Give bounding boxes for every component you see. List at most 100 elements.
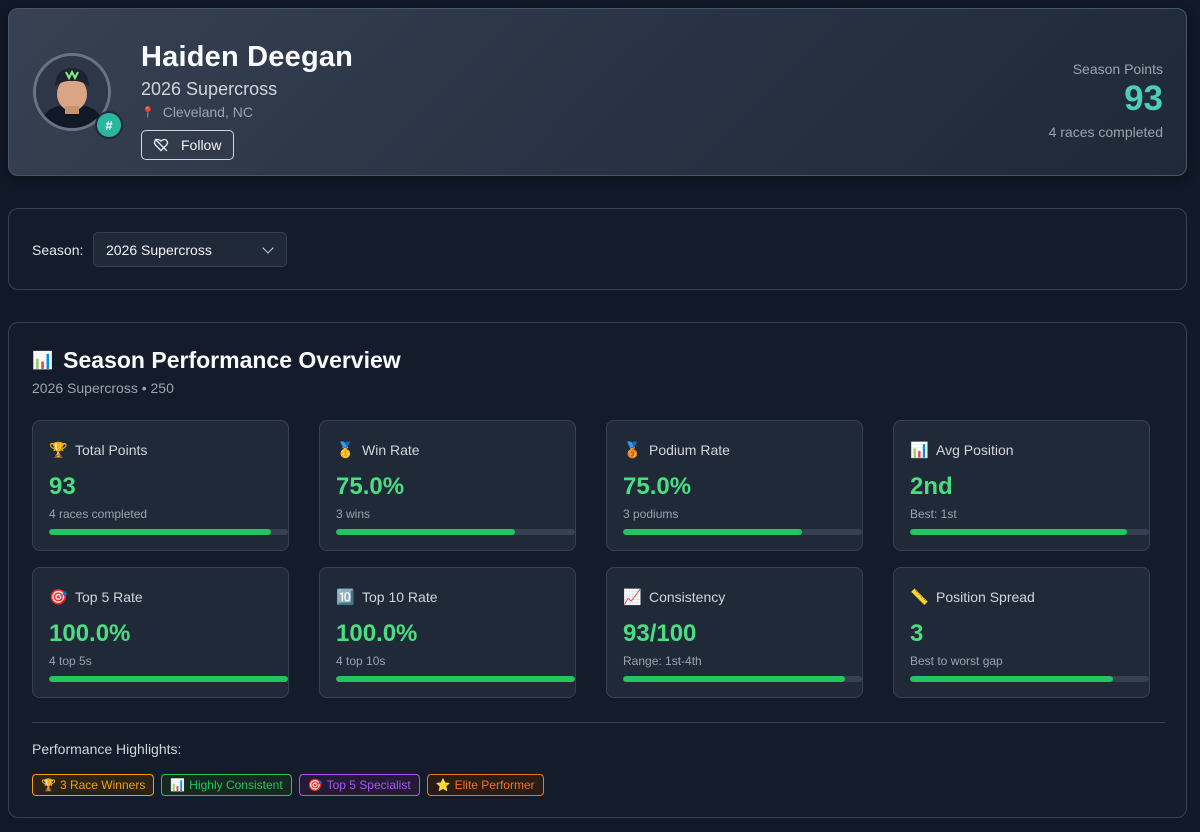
stat-value: 100.0% (336, 620, 418, 647)
highlight-badge: ⭐ Elite Performer (426, 774, 544, 796)
chevron-down-icon (262, 241, 274, 254)
stat-label: Avg Position (936, 442, 1014, 458)
follow-button[interactable]: Follow (141, 130, 234, 160)
rider-header-card: # Haiden Deegan 2026 Supercross 📍 Clevel… (8, 8, 1187, 176)
badge-icon: 🏆 (41, 778, 56, 792)
bar-chart-icon: 📊 (32, 350, 54, 370)
season-overview-card: 📊 Season Performance Overview 2026 Super… (8, 322, 1187, 818)
badge-label: Top 5 Specialist (326, 778, 411, 792)
progress-bar (336, 529, 575, 535)
stat-card: 📈 Consistency 93/100 Range: 1st-4th (606, 567, 863, 698)
stat-value: 93 (49, 473, 76, 500)
stat-label: Win Rate (362, 442, 420, 458)
location-pin-icon: 📍 (141, 106, 155, 119)
stat-subtext: Range: 1st-4th (623, 654, 702, 668)
stat-label: Top 10 Rate (362, 589, 438, 605)
progress-bar (910, 529, 1149, 535)
stat-header: 🥇 Win Rate (336, 441, 420, 459)
progress-bar (49, 529, 288, 535)
stat-card: 🥉 Podium Rate 75.0% 3 podiums (606, 420, 863, 551)
stat-value: 75.0% (623, 473, 692, 500)
rider-location-text: Cleveland, NC (162, 104, 253, 120)
highlight-badge: 🏆 3 Race Winners (32, 774, 155, 796)
stat-subtext: 4 top 10s (336, 654, 386, 668)
stat-card: 🎯 Top 5 Rate 100.0% 4 top 5s (32, 567, 289, 698)
bar-chart-icon: 📊 (910, 442, 929, 459)
stat-subtext: Best to worst gap (910, 654, 1003, 668)
stat-value: 75.0% (336, 473, 405, 500)
badge-icon: ⭐ (435, 778, 451, 792)
overview-subtitle: 2026 Supercross • 250 (32, 380, 174, 396)
stat-value: 3 (910, 620, 924, 647)
progress-bar-fill (910, 676, 1114, 682)
stat-header: 📊 Avg Position (910, 441, 1014, 459)
stat-header: 📏 Position Spread (910, 588, 1035, 606)
badge-icon: 📊 (170, 778, 186, 792)
gold-medal-icon: 🥇 (336, 442, 355, 459)
progress-bar-fill (336, 529, 516, 535)
overview-title-text: Season Performance Overview (63, 347, 401, 373)
stat-label: Total Points (75, 442, 148, 458)
trending-up-icon: 📈 (623, 589, 642, 606)
stat-value: 2nd (910, 473, 953, 500)
progress-bar (49, 676, 288, 682)
target-icon: 🎯 (49, 589, 68, 606)
rider-profile-page: # Haiden Deegan 2026 Supercross 📍 Clevel… (0, 0, 1200, 832)
ruler-icon: 📏 (910, 589, 929, 606)
stat-header: 🥉 Podium Rate (623, 441, 730, 459)
stat-label: Podium Rate (649, 442, 730, 458)
rider-name: Haiden Deegan (141, 41, 354, 73)
rider-number-badge: # (95, 111, 123, 139)
highlight-badges: 🏆 3 Race Winners 📊 Highly Consistent 🎯 Top 5 … (32, 774, 544, 796)
season-points-value: 93 (1124, 79, 1163, 118)
season-selector-card: Season: 2026 Supercross (8, 208, 1187, 290)
highlight-badge: 🎯 Top 5 Specialist (298, 774, 420, 796)
heart-off-icon (153, 138, 169, 152)
trophy-icon: 🏆 (49, 442, 68, 459)
progress-bar (336, 676, 575, 682)
stat-header: 📈 Consistency (623, 588, 725, 606)
stat-card: 🥇 Win Rate 75.0% 3 wins (319, 420, 576, 551)
stat-subtext: 4 races completed (49, 507, 148, 521)
badge-label: 3 Race Winners (59, 778, 146, 792)
season-points-label: Season Points (1072, 61, 1163, 77)
stat-header: 🎯 Top 5 Rate (49, 588, 143, 606)
season-label: Season: (32, 242, 84, 258)
stat-label: Top 5 Rate (75, 589, 143, 605)
badge-label: Elite Performer (454, 778, 535, 792)
stat-header: 🔟 Top 10 Rate (336, 588, 438, 606)
season-races-completed: 4 races completed (1048, 124, 1163, 140)
stat-card: 📊 Avg Position 2nd Best: 1st (893, 420, 1150, 551)
stat-card: 🏆 Total Points 93 4 races completed (32, 420, 289, 551)
season-select[interactable]: 2026 Supercross (93, 232, 287, 267)
rider-location: 📍 Cleveland, NC (141, 104, 253, 120)
progress-bar-fill (623, 529, 803, 535)
rider-avatar-wrapper: # (33, 53, 123, 139)
stat-value: 93/100 (623, 620, 697, 647)
stat-card: 🔟 Top 10 Rate 100.0% 4 top 10s (319, 567, 576, 698)
stat-subtext: 4 top 5s (49, 654, 92, 668)
stat-label: Position Spread (936, 589, 1035, 605)
overview-title: 📊 Season Performance Overview (32, 347, 401, 374)
bronze-medal-icon: 🥉 (623, 442, 642, 459)
stat-label: Consistency (649, 589, 726, 605)
progress-bar (623, 529, 862, 535)
highlight-badge: 📊 Highly Consistent (161, 774, 292, 796)
stat-value: 100.0% (49, 620, 131, 647)
progress-bar-fill (910, 529, 1128, 535)
badge-label: Highly Consistent (189, 778, 283, 792)
season-select-value: 2026 Supercross (106, 241, 212, 258)
stat-subtext: Best: 1st (910, 507, 957, 521)
progress-bar-fill (336, 676, 575, 682)
follow-button-label: Follow (181, 137, 222, 153)
highlights-title: Performance Highlights: (32, 741, 182, 757)
divider (32, 722, 1165, 723)
progress-bar (623, 676, 862, 682)
badge-icon: 🎯 (307, 778, 323, 792)
stat-subtext: 3 wins (336, 507, 371, 521)
progress-bar-fill (49, 529, 272, 535)
rider-series: 2026 Supercross (141, 79, 278, 99)
progress-bar-fill (623, 676, 846, 682)
progress-bar (910, 676, 1149, 682)
stat-card: 📏 Position Spread 3 Best to worst gap (893, 567, 1150, 698)
